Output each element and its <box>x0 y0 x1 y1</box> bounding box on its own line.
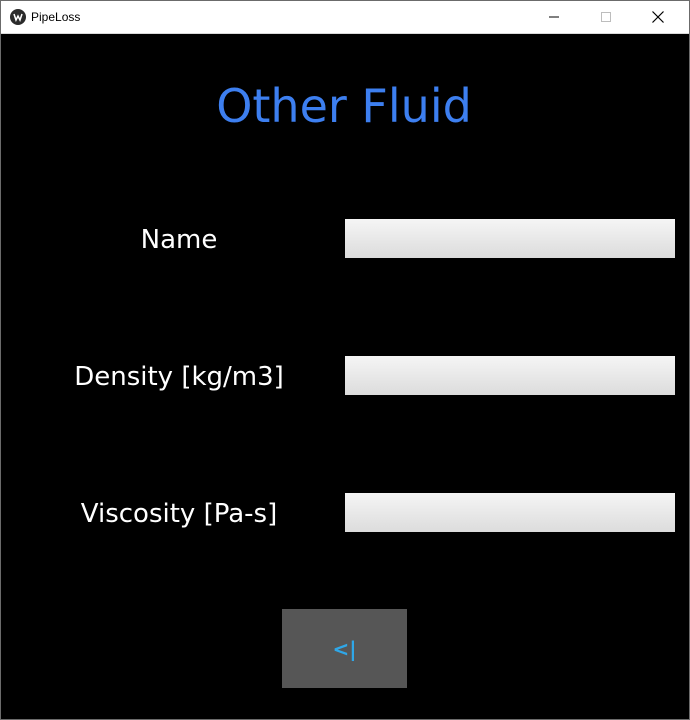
minimize-icon <box>549 16 559 18</box>
close-button[interactable] <box>635 1 681 33</box>
viscosity-label: Viscosity [Pa-s] <box>80 499 278 529</box>
viscosity-input[interactable] <box>345 493 675 532</box>
maximize-button[interactable] <box>583 1 629 33</box>
page-title: Other Fluid <box>216 79 472 133</box>
density-label: Density [kg/m3] <box>74 362 284 392</box>
title-bar[interactable]: PipeLoss <box>1 1 689 34</box>
close-icon <box>652 11 664 23</box>
minimize-button[interactable] <box>531 1 577 33</box>
app-logo-icon <box>10 9 26 25</box>
name-input[interactable] <box>345 219 675 258</box>
name-label: Name <box>140 225 218 255</box>
app-window: PipeLoss Other Fluid Name Density [kg/m3… <box>0 0 690 720</box>
density-input[interactable] <box>345 356 675 395</box>
form-panel: Other Fluid Name Density [kg/m3] Viscosi… <box>1 34 689 719</box>
maximize-icon <box>601 12 611 22</box>
back-button[interactable]: <| <box>282 609 407 688</box>
window-title: PipeLoss <box>31 10 81 24</box>
